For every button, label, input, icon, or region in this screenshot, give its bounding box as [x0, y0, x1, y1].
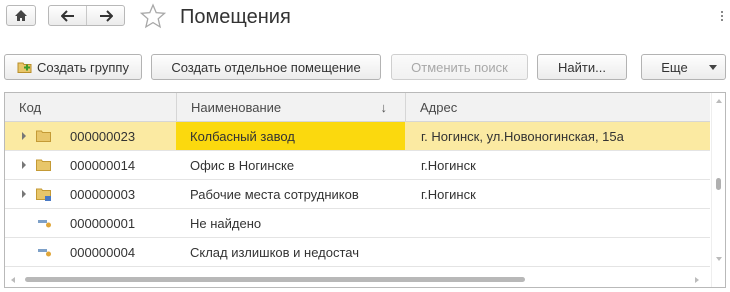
back-button[interactable]	[49, 6, 86, 25]
table-row[interactable]: 000000001 Не найдено	[5, 209, 710, 238]
create-group-button[interactable]: Создать группу	[4, 54, 142, 80]
address-cell: г.Ногинск	[421, 157, 476, 173]
column-header-code[interactable]: Код	[5, 93, 176, 121]
history-nav	[48, 5, 125, 26]
horizontal-scrollbar[interactable]	[5, 273, 710, 287]
expand-arrow-icon[interactable]	[22, 132, 26, 140]
cancel-search-button[interactable]: Отменить поиск	[391, 54, 528, 80]
table-row[interactable]: 000000023 Колбасный завод г. Ногинск, ул…	[5, 122, 710, 151]
code-cell: 000000001	[70, 215, 136, 231]
code-cell: 000000023	[70, 128, 136, 144]
create-room-label: Создать отдельное помещение	[171, 59, 361, 75]
find-label: Найти...	[558, 59, 606, 75]
item-icon	[38, 220, 51, 228]
table-row[interactable]: 000000004 Склад излишков и недостач	[5, 238, 710, 267]
favorite-button[interactable]	[139, 3, 167, 32]
code-cell: 000000003	[70, 186, 136, 202]
column-header-address[interactable]: Адрес	[405, 93, 710, 121]
horizontal-scroll-thumb[interactable]	[25, 277, 525, 282]
vertical-scrollbar[interactable]	[711, 93, 725, 287]
folder-icon	[36, 159, 51, 171]
address-cell: г.Ногинск	[421, 186, 476, 202]
chevron-down-icon	[709, 65, 717, 70]
table-row[interactable]: 000000014 Офис в Ногинске г.Ногинск	[5, 151, 710, 180]
code-cell: 000000014	[70, 157, 136, 173]
add-folder-icon	[17, 62, 32, 73]
folder-icon	[36, 130, 51, 142]
expand-arrow-icon[interactable]	[22, 190, 26, 198]
name-cell: Не найдено	[190, 215, 262, 231]
scroll-down-icon[interactable]	[716, 257, 722, 261]
forward-button[interactable]	[86, 6, 124, 25]
scroll-left-icon[interactable]	[11, 277, 15, 283]
item-icon	[38, 249, 51, 257]
name-cell: Колбасный завод	[176, 122, 405, 150]
name-cell: Офис в Ногинске	[190, 157, 295, 173]
command-bar: Создать группу Создать отдельное помещен…	[0, 54, 730, 80]
star-icon	[139, 3, 167, 29]
table-row[interactable]: 000000003 Рабочие места сотрудников г.Но…	[5, 180, 710, 209]
page-title: Помещения	[180, 6, 291, 28]
home-icon	[15, 10, 27, 21]
create-group-label: Создать группу	[37, 59, 129, 75]
name-cell: Склад излишков и недостач	[190, 244, 360, 260]
find-button[interactable]: Найти...	[537, 54, 627, 80]
vertical-scroll-thumb[interactable]	[716, 178, 721, 190]
more-label: Еще	[661, 59, 688, 75]
home-button[interactable]	[6, 5, 36, 26]
title-bar: Помещения	[0, 0, 730, 40]
scroll-right-icon[interactable]	[695, 277, 699, 283]
arrow-right-icon	[99, 9, 113, 22]
column-header-name[interactable]: Наименование ↓	[176, 93, 405, 121]
more-vertical-icon[interactable]	[721, 11, 723, 23]
expand-arrow-icon[interactable]	[22, 161, 26, 169]
name-cell: Рабочие места сотрудников	[190, 186, 359, 202]
address-cell: г. Ногинск, ул.Новоногинская, 15а	[421, 128, 624, 144]
more-button[interactable]: Еще	[641, 54, 726, 80]
arrow-left-icon	[60, 9, 74, 22]
cancel-search-label: Отменить поиск	[411, 59, 508, 75]
table-header: Код Наименование ↓ Адрес	[5, 93, 710, 122]
code-cell: 000000004	[70, 244, 136, 260]
folder-marked-icon	[36, 188, 51, 201]
rooms-table: Код Наименование ↓ Адрес 000000023 Колба…	[4, 92, 726, 288]
create-room-button[interactable]: Создать отдельное помещение	[151, 54, 381, 80]
sort-down-icon: ↓	[380, 100, 388, 115]
scroll-up-icon[interactable]	[716, 99, 722, 103]
